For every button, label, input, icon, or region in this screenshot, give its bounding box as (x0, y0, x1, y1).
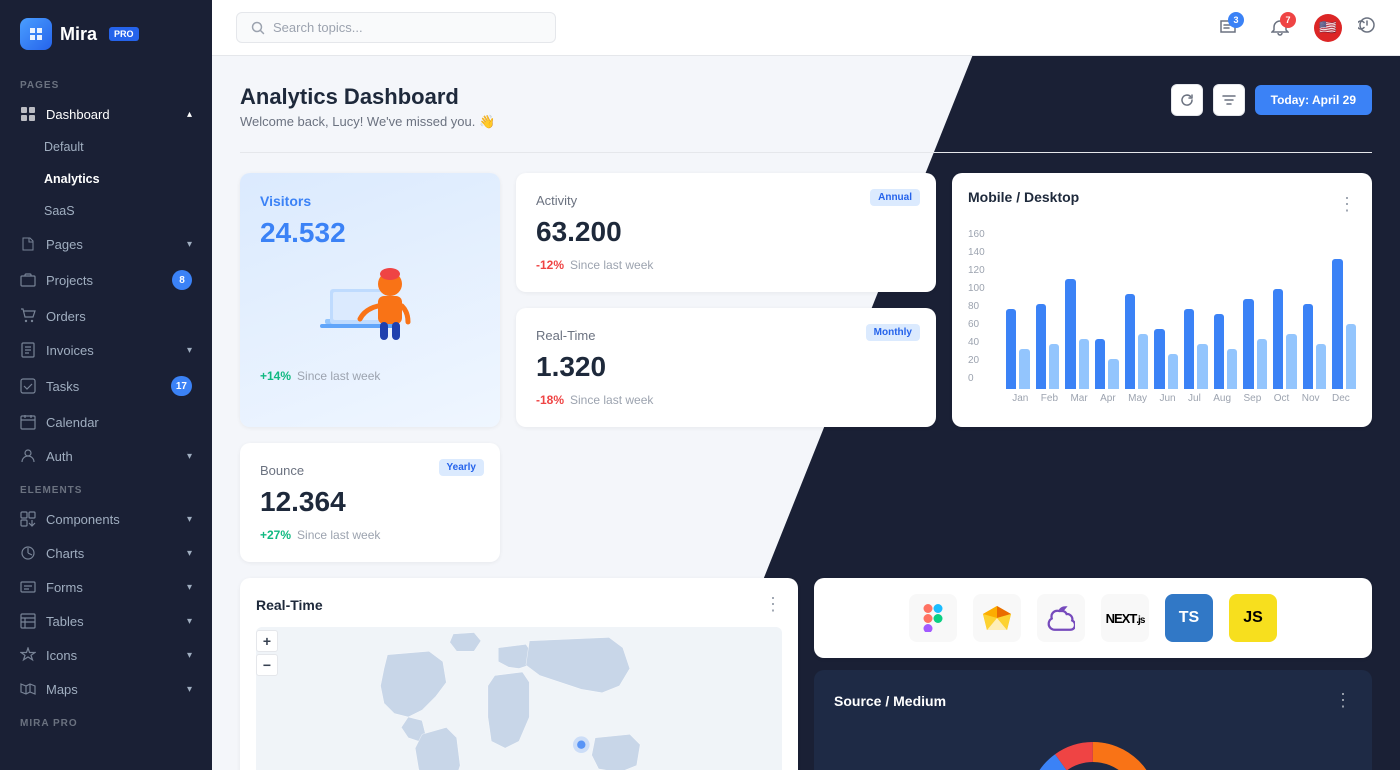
bar-chart: 020406080100120140160 (968, 229, 1356, 404)
sidebar-item-components[interactable]: Components ▾ (0, 502, 212, 536)
notifications-btn[interactable]: 7 (1262, 10, 1298, 46)
section-mira-pro: MIRA PRO (0, 706, 212, 735)
sketch-logo (973, 594, 1021, 642)
language-selector[interactable]: 🇺🇸 (1314, 14, 1342, 42)
realtime-map-card: Real-Time ⋮ + − (240, 578, 798, 770)
main-content: Search topics... 3 7 🇺🇸 Analytics Dashb (212, 0, 1400, 770)
map-menu-btn[interactable]: ⋮ (764, 594, 782, 615)
world-map-svg (256, 627, 782, 770)
activity-card: Annual Activity 63.200 -12% Since last w… (516, 173, 936, 292)
source-menu-btn[interactable]: ⋮ (1334, 690, 1352, 711)
tasks-badge: 17 (171, 376, 192, 396)
visitors-card: Visitors 24.532 (240, 173, 500, 427)
redux-logo (1037, 594, 1085, 642)
pages-chevron: ▾ (187, 239, 192, 250)
search-placeholder: Search topics... (273, 20, 363, 35)
search-icon (251, 21, 265, 35)
activity-badge: Annual (870, 189, 920, 206)
pro-badge: PRO (109, 27, 139, 41)
power-button[interactable] (1358, 16, 1376, 39)
sidebar-item-invoices[interactable]: Invoices ▾ (0, 333, 212, 367)
app-name: Mira (60, 24, 97, 45)
y-axis: 020406080100120140160 (968, 229, 985, 384)
sidebar-item-analytics[interactable]: Analytics (0, 163, 212, 195)
sidebar-item-tables[interactable]: Tables ▾ (0, 604, 212, 638)
search-box[interactable]: Search topics... (236, 12, 556, 43)
sidebar-item-saas[interactable]: SaaS (0, 195, 212, 227)
bounce-footer: +27% Since last week (260, 528, 480, 542)
realtime-change: -18% (536, 393, 564, 407)
content-area: Analytics Dashboard Welcome back, Lucy! … (212, 56, 1400, 770)
page-title: Analytics Dashboard (240, 84, 495, 110)
activity-footer: -12% Since last week (536, 258, 916, 272)
messages-btn[interactable]: 3 (1210, 10, 1246, 46)
sidebar-item-pages[interactable]: Pages ▾ (0, 227, 212, 261)
page-subtitle: Welcome back, Lucy! We've missed you. 👋 (240, 114, 495, 130)
dashboard-chevron: ▴ (187, 109, 192, 120)
visitors-illustration (300, 254, 440, 364)
visitors-change: +14% (260, 369, 291, 383)
bounce-value: 12.364 (260, 486, 480, 518)
logo-icon (20, 18, 52, 50)
chart-menu-btn[interactable]: ⋮ (1338, 194, 1356, 215)
topbar-right: 3 7 🇺🇸 (1210, 10, 1376, 46)
projects-badge: 8 (172, 270, 192, 290)
activity-change: -12% (536, 258, 564, 272)
source-medium-card: Source / Medium ⋮ (814, 670, 1372, 770)
sidebar-item-icons[interactable]: Icons ▾ (0, 638, 212, 672)
visitors-value: 24.532 (260, 217, 480, 249)
mobile-desktop-card: Mobile / Desktop ⋮ 020406080100120140160 (952, 173, 1372, 427)
javascript-logo: JS (1229, 594, 1277, 642)
sidebar-item-auth[interactable]: Auth ▾ (0, 439, 212, 473)
visitors-footer: +14% Since last week (260, 369, 480, 383)
sidebar: Mira PRO PAGES Dashboard ▴ Default Analy… (0, 0, 212, 770)
mobile-desktop-title: Mobile / Desktop (968, 189, 1079, 205)
filter-button[interactable] (1213, 84, 1245, 116)
realtime-badge: Monthly (866, 324, 920, 341)
realtime-card: Monthly Real-Time 1.320 -18% Since last … (516, 308, 936, 427)
sidebar-item-projects[interactable]: Projects 8 (0, 261, 212, 299)
typescript-logo: TS (1165, 594, 1213, 642)
alerts-badge: 7 (1280, 12, 1296, 28)
map-title: Real-Time (256, 597, 323, 613)
app-logo: Mira PRO (0, 0, 212, 68)
bounce-badge: Yearly (439, 459, 484, 476)
visitors-label: Visitors (260, 193, 480, 209)
tech-logos-card: NEXT.js TS JS (814, 578, 1372, 658)
sidebar-item-forms[interactable]: Forms ▾ (0, 570, 212, 604)
bounce-change: +27% (260, 528, 291, 542)
nextjs-logo: NEXT.js (1101, 594, 1149, 642)
invoices-chevron: ▾ (187, 345, 192, 356)
activity-label: Activity (536, 193, 916, 208)
donut-chart (1018, 732, 1168, 770)
figma-logo (909, 594, 957, 642)
sidebar-item-dashboard[interactable]: Dashboard ▴ (0, 97, 212, 131)
header-actions: Today: April 29 (1171, 84, 1372, 116)
messages-badge: 3 (1228, 12, 1244, 28)
section-elements: ELEMENTS (0, 473, 212, 502)
topbar: Search topics... 3 7 🇺🇸 (212, 0, 1400, 56)
activity-value: 63.200 (536, 216, 916, 248)
map-zoom-out[interactable]: − (256, 654, 278, 676)
sidebar-item-default[interactable]: Default (0, 131, 212, 163)
sidebar-item-charts[interactable]: Charts ▾ (0, 536, 212, 570)
realtime-footer: -18% Since last week (536, 393, 916, 407)
realtime-value: 1.320 (536, 351, 916, 383)
page-header: Analytics Dashboard Welcome back, Lucy! … (240, 84, 1372, 130)
today-button[interactable]: Today: April 29 (1255, 85, 1372, 115)
dashboard-label: Dashboard (46, 107, 110, 122)
bounce-card: Yearly Bounce 12.364 +27% Since last wee… (240, 443, 500, 562)
section-pages: PAGES (0, 68, 212, 97)
source-medium-title: Source / Medium (834, 693, 946, 709)
sidebar-item-tasks[interactable]: Tasks 17 (0, 367, 212, 405)
realtime-label: Real-Time (536, 328, 916, 343)
sidebar-item-calendar[interactable]: Calendar (0, 405, 212, 439)
map-zoom-in[interactable]: + (256, 630, 278, 652)
refresh-button[interactable] (1171, 84, 1203, 116)
auth-chevron: ▾ (187, 451, 192, 462)
sidebar-item-orders[interactable]: Orders (0, 299, 212, 333)
sidebar-item-maps[interactable]: Maps ▾ (0, 672, 212, 706)
